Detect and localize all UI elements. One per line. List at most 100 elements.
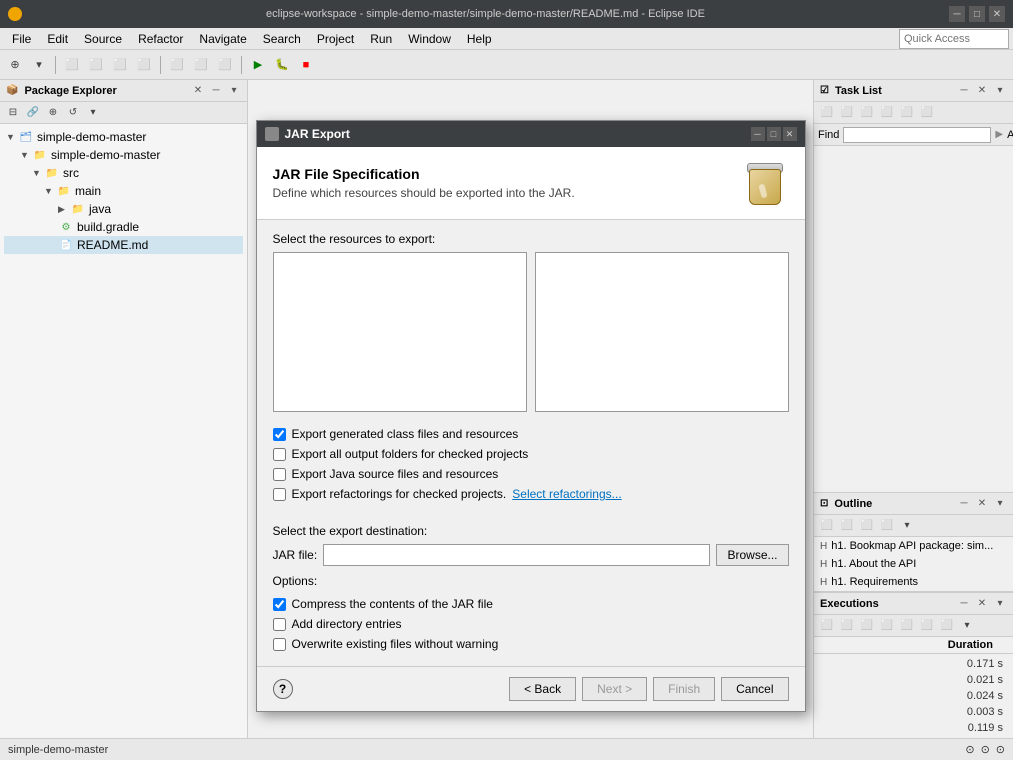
task-btn-6[interactable]: ⬜ [918, 104, 936, 122]
menu-navigate[interactable]: Navigate [191, 30, 254, 48]
task-list-menu[interactable]: ▾ [993, 84, 1007, 98]
sync-btn[interactable]: ↺ [64, 104, 82, 122]
close-button[interactable]: ✕ [989, 6, 1005, 22]
option-checkbox-1[interactable] [273, 618, 286, 631]
tree-item-root[interactable]: ▼ 🗂 simple-demo-master [4, 128, 243, 146]
task-btn-4[interactable]: ⬜ [878, 104, 896, 122]
tree-item-readme[interactable]: 📄 README.md [4, 236, 243, 254]
checkbox-1[interactable] [273, 448, 286, 461]
new-btn[interactable]: ⊕ [44, 104, 62, 122]
outline-close[interactable]: ✕ [975, 497, 989, 511]
toolbar-btn-debug[interactable]: 🐛 [271, 54, 293, 76]
toolbar-btn-1[interactable]: ⊕ [4, 54, 26, 76]
menu-refactor[interactable]: Refactor [130, 30, 191, 48]
package-explorer-menu[interactable]: ▾ [227, 84, 241, 98]
collapse-all-btn[interactable]: ⊟ [4, 104, 22, 122]
task-list-minimize[interactable]: ─ [957, 84, 971, 98]
option-checkbox-2[interactable] [273, 638, 286, 651]
resource-panel-right[interactable] [535, 252, 789, 412]
dialog-minimize-btn[interactable]: ─ [751, 127, 765, 141]
exec-btn-1[interactable]: ⬜ [818, 617, 836, 635]
executions-close[interactable]: ✕ [975, 597, 989, 611]
exec-btn-6[interactable]: ⬜ [918, 617, 936, 635]
checkbox-2[interactable] [273, 468, 286, 481]
outline-btn-2[interactable]: ⬜ [838, 517, 856, 535]
exec-btn-2[interactable]: ⬜ [838, 617, 856, 635]
outline-menu[interactable]: ▾ [993, 497, 1007, 511]
executions-minimize[interactable]: ─ [957, 597, 971, 611]
menu-file[interactable]: File [4, 30, 39, 48]
exec-btn-5[interactable]: ⬜ [898, 617, 916, 635]
expand-arrow-src[interactable]: ▼ [32, 168, 44, 178]
menu-project[interactable]: Project [309, 30, 362, 48]
filter-btn[interactable]: ▾ [84, 104, 102, 122]
tree-item-src[interactable]: ▼ 📁 src [4, 164, 243, 182]
tree-item-gradle[interactable]: ⚙ build.gradle [4, 218, 243, 236]
toolbar-btn-3[interactable]: ⬜ [61, 54, 83, 76]
outline-btn-5[interactable]: ▾ [898, 517, 916, 535]
quick-access-box[interactable] [899, 29, 1009, 49]
next-button[interactable]: Next > [582, 677, 647, 701]
outline-item-0[interactable]: H h1. Bookmap API package: sim... [814, 537, 1013, 555]
tree-item-subfolder[interactable]: ▼ 📁 simple-demo-master [4, 146, 243, 164]
outline-btn-3[interactable]: ⬜ [858, 517, 876, 535]
task-btn-2[interactable]: ⬜ [838, 104, 856, 122]
expand-arrow-java[interactable]: ▶ [58, 204, 70, 215]
menu-window[interactable]: Window [400, 30, 459, 48]
resource-panel-left[interactable] [273, 252, 527, 412]
minimize-button[interactable]: ─ [949, 6, 965, 22]
outline-btn-4[interactable]: ⬜ [878, 517, 896, 535]
outline-minimize[interactable]: ─ [957, 497, 971, 511]
outline-item-1[interactable]: H h1. About the API [814, 555, 1013, 573]
dialog-maximize-btn[interactable]: □ [767, 127, 781, 141]
checkbox-label-0: Export generated class files and resourc… [292, 427, 519, 441]
checkbox-0[interactable] [273, 428, 286, 441]
menu-run[interactable]: Run [362, 30, 400, 48]
jar-file-input[interactable] [323, 544, 710, 566]
toolbar-btn-4[interactable]: ⬜ [85, 54, 107, 76]
task-btn-1[interactable]: ⬜ [818, 104, 836, 122]
toolbar-btn-2[interactable]: ▾ [28, 54, 50, 76]
expand-arrow-main[interactable]: ▼ [44, 186, 56, 196]
menu-edit[interactable]: Edit [39, 30, 76, 48]
outline-btn-1[interactable]: ⬜ [818, 517, 836, 535]
cancel-button[interactable]: Cancel [721, 677, 788, 701]
maximize-button[interactable]: □ [969, 6, 985, 22]
expand-arrow-sub[interactable]: ▼ [20, 150, 32, 160]
exec-btn-7[interactable]: ⬜ [938, 617, 956, 635]
toolbar-btn-9[interactable]: ⬜ [214, 54, 236, 76]
select-refactorings-link[interactable]: Select refactorings... [512, 487, 621, 501]
task-btn-3[interactable]: ⬜ [858, 104, 876, 122]
exec-btn-8[interactable]: ▾ [958, 617, 976, 635]
menu-help[interactable]: Help [459, 30, 500, 48]
help-button[interactable]: ? [273, 679, 293, 699]
tree-item-main[interactable]: ▼ 📁 main [4, 182, 243, 200]
task-list-close[interactable]: ✕ [975, 84, 989, 98]
toolbar-btn-5[interactable]: ⬜ [109, 54, 131, 76]
expand-arrow-root[interactable]: ▼ [6, 132, 18, 142]
exec-btn-4[interactable]: ⬜ [878, 617, 896, 635]
find-input[interactable] [843, 127, 991, 143]
toolbar-btn-8[interactable]: ⬜ [190, 54, 212, 76]
checkbox-3[interactable] [273, 488, 286, 501]
toolbar-btn-7[interactable]: ⬜ [166, 54, 188, 76]
back-button[interactable]: < Back [509, 677, 576, 701]
option-checkbox-0[interactable] [273, 598, 286, 611]
task-btn-5[interactable]: ⬜ [898, 104, 916, 122]
toolbar-btn-run[interactable]: ▶ [247, 54, 269, 76]
toolbar-btn-stop[interactable]: ■ [295, 54, 317, 76]
menu-source[interactable]: Source [76, 30, 130, 48]
package-explorer-close[interactable]: ✕ [191, 84, 205, 98]
outline-item-2[interactable]: H h1. Requirements [814, 573, 1013, 591]
executions-menu[interactable]: ▾ [993, 597, 1007, 611]
finish-button[interactable]: Finish [653, 677, 715, 701]
link-editor-btn[interactable]: 🔗 [24, 104, 42, 122]
toolbar-btn-6[interactable]: ⬜ [133, 54, 155, 76]
package-explorer-minimize[interactable]: ─ [209, 84, 223, 98]
exec-btn-3[interactable]: ⬜ [858, 617, 876, 635]
dialog-close-btn[interactable]: ✕ [783, 127, 797, 141]
menu-search[interactable]: Search [255, 30, 309, 48]
browse-button[interactable]: Browse... [716, 544, 788, 566]
quick-access-input[interactable] [904, 33, 1004, 45]
tree-item-java[interactable]: ▶ 📁 java [4, 200, 243, 218]
